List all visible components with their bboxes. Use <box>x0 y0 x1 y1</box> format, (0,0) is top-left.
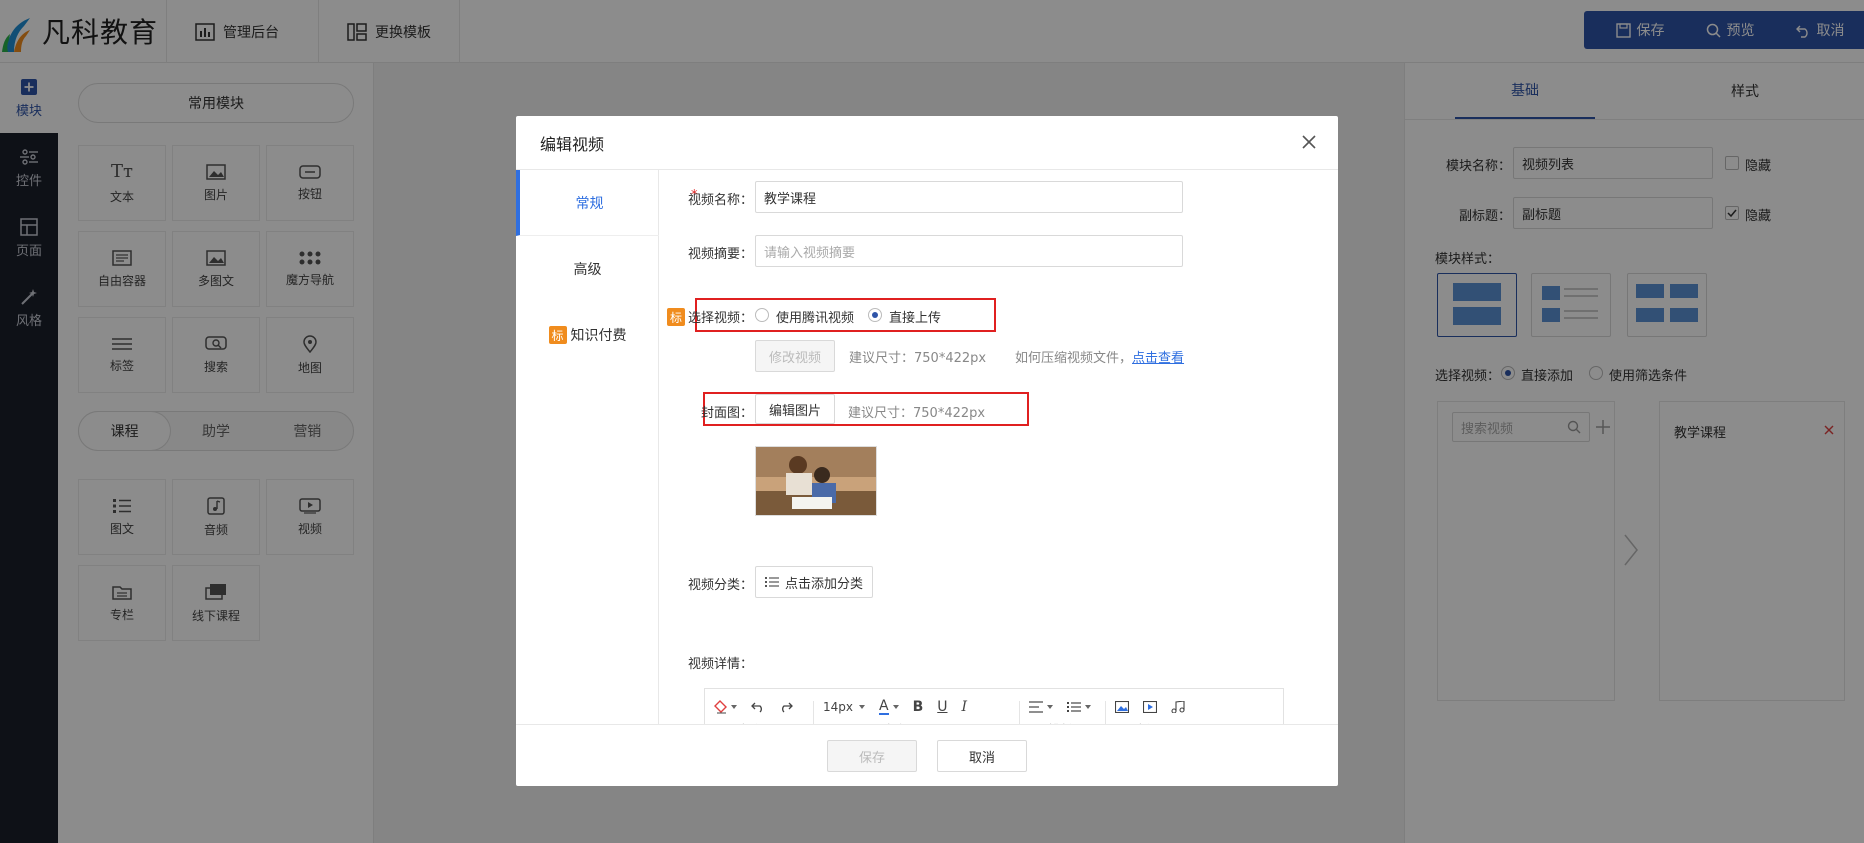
dialog-title: 编辑视频 <box>540 134 605 154</box>
undo-icon[interactable] <box>751 701 765 713</box>
list-icon <box>764 577 779 587</box>
underline-icon[interactable]: U <box>937 699 947 715</box>
chevron-down-icon[interactable] <box>731 704 737 710</box>
tab-advanced[interactable]: 高级 <box>516 236 659 302</box>
dialog-header: 编辑视频 <box>516 116 1338 170</box>
cover-image-label: 封面图： <box>700 406 753 421</box>
direct-upload-label: 直接上传 <box>889 311 942 326</box>
tencent-video-label: 使用腾讯视频 <box>776 311 855 326</box>
chevron-down-icon[interactable] <box>859 704 865 710</box>
tencent-video-radio[interactable] <box>755 308 769 322</box>
align-icon[interactable] <box>1029 701 1043 713</box>
choose-video-label: 选择视频： <box>687 311 753 326</box>
toolbar-group-text: 14px A B U I 文字 <box>823 699 967 724</box>
toolbar-separator <box>813 701 814 724</box>
tab-paid-knowledge[interactable]: 标 知识付费 <box>516 302 659 368</box>
chevron-down-icon[interactable] <box>892 704 899 710</box>
compress-hint: 如何压缩视频文件，点击查看 <box>1015 351 1185 366</box>
chevron-down-icon[interactable] <box>1047 704 1053 710</box>
compress-help-link[interactable]: 点击查看 <box>1132 351 1184 366</box>
dialog-cancel-button[interactable]: 取消 <box>937 740 1027 772</box>
toolbar-group-insert: 插入 <box>1115 699 1185 724</box>
edit-video-dialog: 编辑视频 常规 高级 标 知识付费 * 视频名称： 教学课程 视频摘要： 请输入… <box>516 116 1338 786</box>
chevron-down-icon[interactable] <box>1085 704 1091 710</box>
video-size-hint: 建议尺寸：750*422px <box>849 351 987 366</box>
dialog-form: * 视频名称： 教学课程 视频摘要： 请输入视频摘要 标 选择视频： 使用腾讯视… <box>659 170 1338 724</box>
video-summary-label: 视频摘要： <box>687 247 753 262</box>
close-icon[interactable] <box>1298 131 1320 153</box>
video-name-input[interactable]: 教学课程 <box>755 181 1183 213</box>
standard-badge: 标 <box>548 326 567 344</box>
font-size-select[interactable]: 14px <box>823 700 853 714</box>
font-color-icon[interactable]: A <box>879 699 889 715</box>
video-detail-label: 视频详情： <box>687 657 753 672</box>
video-name-label: 视频名称： <box>687 193 753 208</box>
dialog-footer: 保存 取消 <box>516 724 1338 786</box>
list-format-icon[interactable] <box>1067 701 1081 713</box>
cover-thumbnail[interactable] <box>755 446 877 516</box>
italic-icon[interactable]: I <box>962 699 968 715</box>
insert-image-icon[interactable] <box>1115 701 1129 713</box>
dialog-tabs: 常规 高级 标 知识付费 <box>516 170 659 724</box>
video-category-label: 视频分类： <box>687 578 753 593</box>
direct-upload-radio[interactable] <box>868 308 882 322</box>
insert-video-icon[interactable] <box>1143 701 1157 713</box>
tab-general[interactable]: 常规 <box>516 170 659 236</box>
modify-video-button[interactable]: 修改视频 <box>755 340 835 372</box>
video-summary-input[interactable]: 请输入视频摘要 <box>755 235 1183 267</box>
bold-icon[interactable]: B <box>913 699 924 715</box>
cover-photo-image <box>756 447 876 515</box>
rich-text-editor: 操作 14px A B U I 文字 <box>704 688 1284 724</box>
toolbar-group-layout: 排版 <box>1029 699 1091 724</box>
redo-icon[interactable] <box>779 701 793 713</box>
toolbar-separator <box>1019 701 1020 724</box>
insert-audio-icon[interactable] <box>1171 701 1185 713</box>
add-category-button[interactable]: 点击添加分类 <box>755 566 873 598</box>
toolbar-separator <box>1105 701 1106 724</box>
cover-size-hint: 建议尺寸：750*422px <box>848 406 986 421</box>
eraser-icon[interactable] <box>713 700 727 714</box>
toolbar-group-operations: 操作 <box>713 699 793 724</box>
edit-image-button[interactable]: 编辑图片 <box>755 394 835 424</box>
dialog-save-button[interactable]: 保存 <box>827 740 917 772</box>
